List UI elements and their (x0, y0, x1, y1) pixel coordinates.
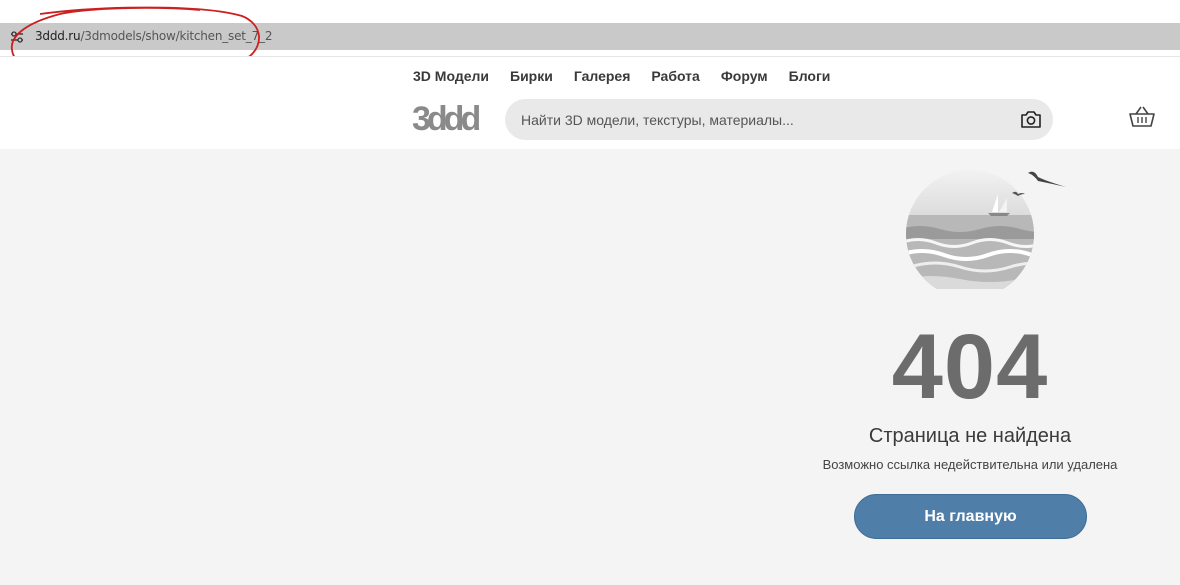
site-header: 3D Модели Бирки Галерея Работа Форум Бло… (0, 56, 1180, 149)
browser-address-bar[interactable]: 3ddd.ru/3dmodels/show/kitchen_set_7_2 (0, 23, 1180, 50)
home-button[interactable]: На главную (854, 494, 1087, 539)
nav-item-tags[interactable]: Бирки (510, 68, 553, 84)
nav-item-jobs[interactable]: Работа (651, 68, 699, 84)
error-title: Страница не найдена (868, 425, 1072, 447)
nav-item-forum[interactable]: Форум (721, 68, 768, 84)
tune-icon[interactable] (9, 29, 25, 45)
nav-item-3d-models[interactable]: 3D Модели (413, 68, 489, 84)
camera-icon[interactable] (1020, 109, 1042, 130)
site-logo[interactable]: 3ddd (412, 98, 486, 138)
url-text[interactable]: 3ddd.ru/3dmodels/show/kitchen_set_7_2 (35, 29, 272, 44)
page: 3ddd.ru/3dmodels/show/kitchen_set_7_2 3D… (0, 0, 1180, 585)
nav-item-blogs[interactable]: Блоги (789, 68, 831, 84)
url-path: /3dmodels/show/kitchen_set_7_2 (80, 29, 273, 43)
nav-item-gallery[interactable]: Галерея (574, 68, 631, 84)
basket-icon[interactable] (1129, 105, 1155, 129)
main-content: 404 Страница не найдена Возможно ссылка … (0, 149, 1180, 585)
url-domain: 3ddd.ru (35, 29, 81, 43)
search-input[interactable] (521, 99, 1011, 140)
error-subtitle: Возможно ссылка недействительна или удал… (822, 457, 1118, 472)
error-code: 404 (891, 316, 1049, 418)
logo-text: 3ddd (412, 100, 479, 138)
search-bar (505, 99, 1053, 140)
sea-illustration (906, 170, 1066, 289)
main-nav: 3D Модели Бирки Галерея Работа Форум Бло… (413, 68, 830, 84)
